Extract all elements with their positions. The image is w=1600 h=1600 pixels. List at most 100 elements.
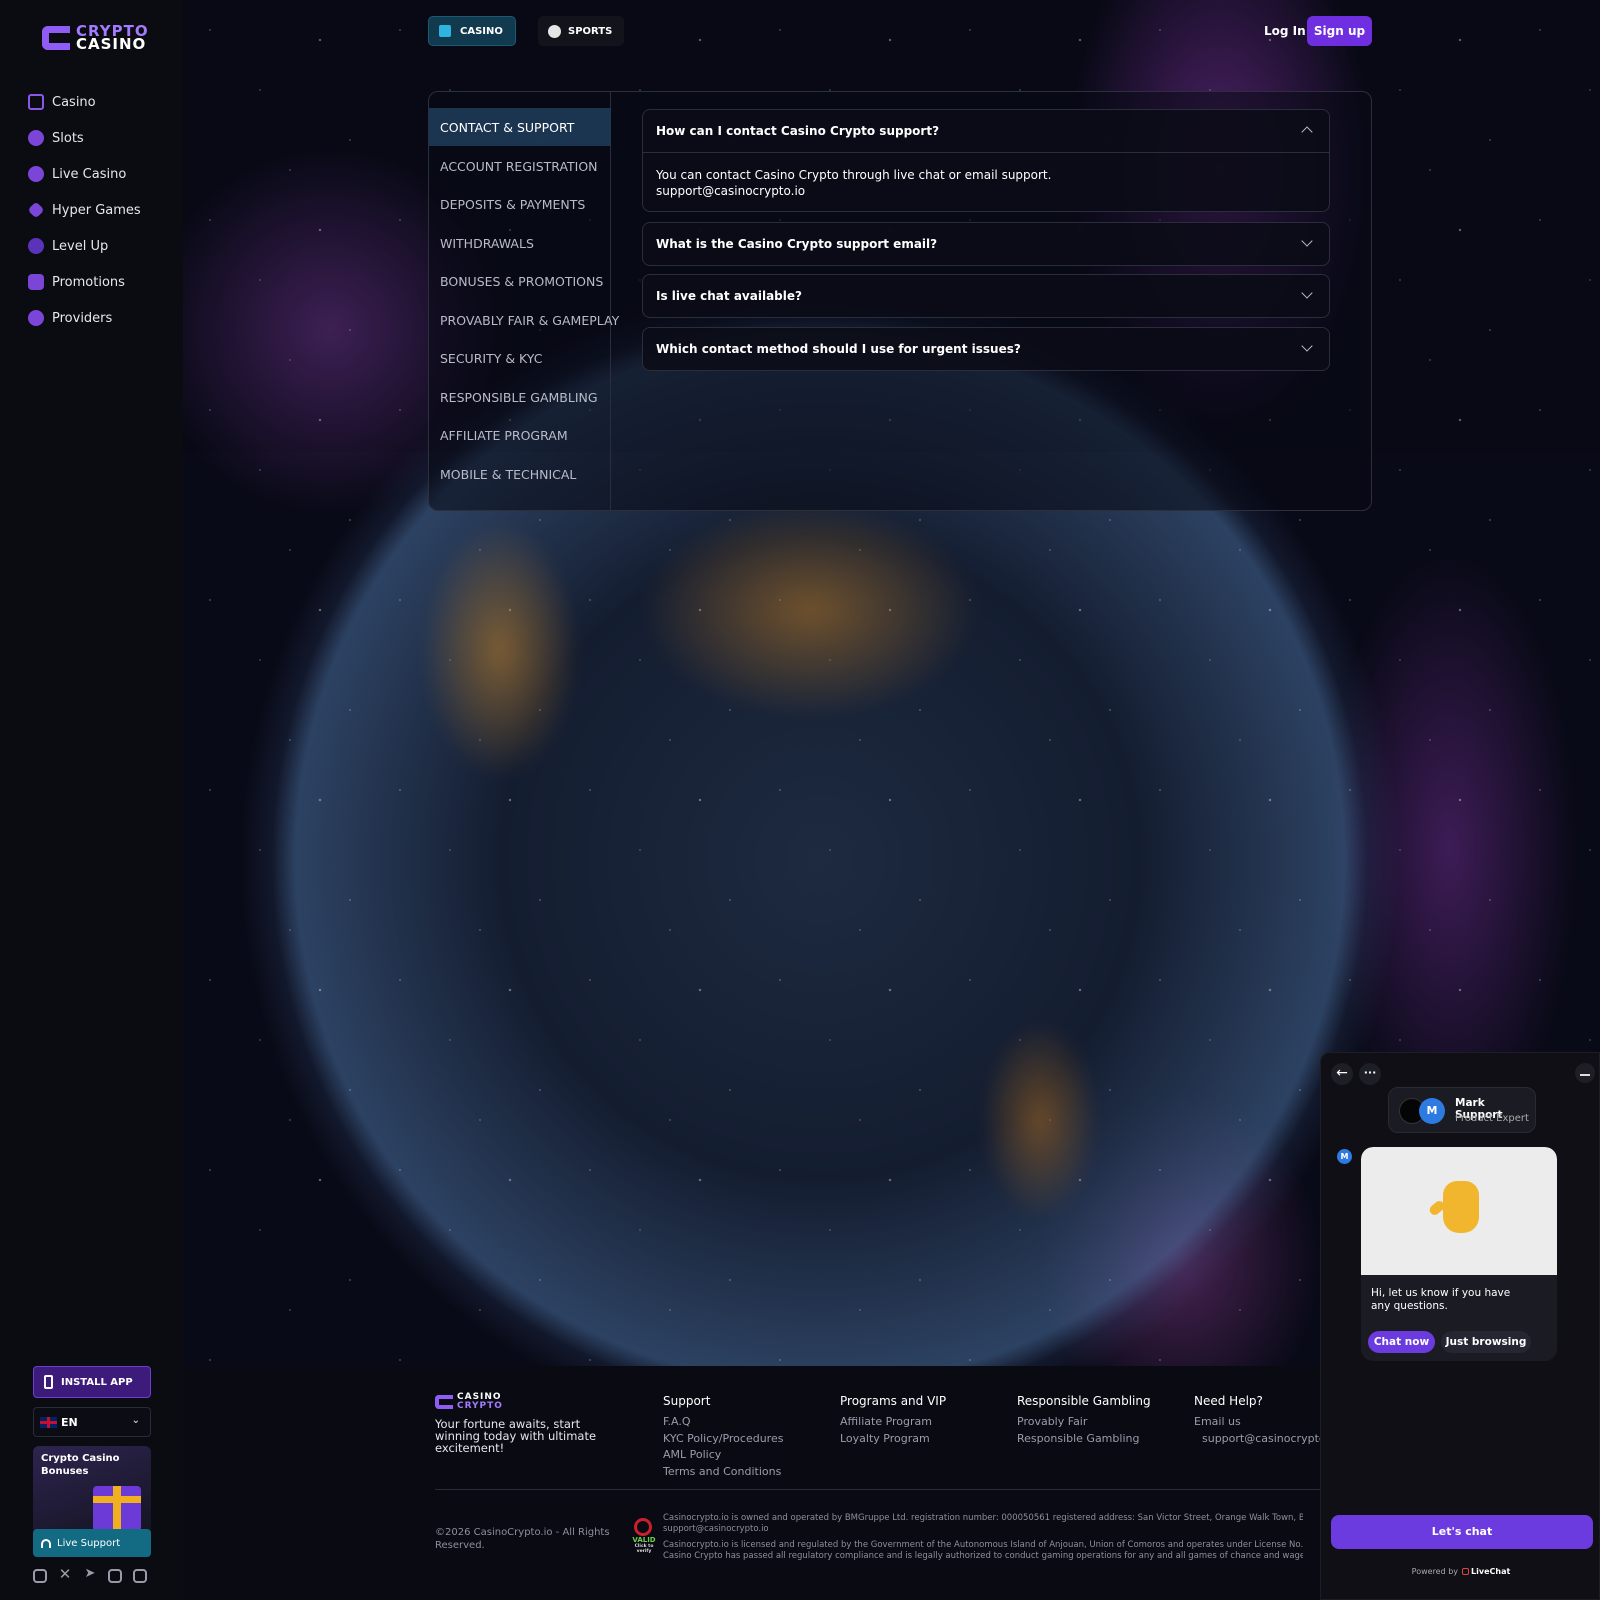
faq-panel: CONTACT & SUPPORT ACCOUNT REGISTRATION D… [428,91,1372,511]
seal-label: VALID [632,1536,656,1544]
footer-tagline: Your fortune awaits, start winning today… [435,1417,597,1455]
footer-link[interactable]: F.A.Q [663,1414,783,1431]
sidebar-item-label: Slots [52,130,84,146]
tiktok-icon[interactable] [133,1569,147,1583]
faq-answer-text: You can contact Casino Crypto through li… [656,168,1052,182]
sidebar-item-level-up[interactable]: Level Up [28,228,141,264]
rocket-icon [27,201,45,219]
legal-line: Casinocrypto.io is licensed and regulate… [663,1540,1303,1550]
agent-role: Product Expert [1455,1113,1529,1124]
lets-chat-button[interactable]: Let's chat [1331,1515,1593,1549]
seal-icon [634,1518,652,1536]
faq-category-bonuses-promotions[interactable]: BONUSES & PROMOTIONS [429,262,611,300]
logo-mark-icon [42,26,70,50]
gift-box-icon [93,1486,141,1532]
tab-sports[interactable]: SPORTS [538,16,625,46]
more-options-icon[interactable]: ··· [1359,1063,1381,1085]
footer-link[interactable]: Affiliate Program [840,1414,946,1431]
footer-link[interactable]: Loyalty Program [840,1431,946,1448]
footer-column-responsible-gambling: Responsible Gambling Provably Fair Respo… [1017,1394,1151,1447]
youtube-icon[interactable] [108,1569,122,1583]
footer-link[interactable]: Email us [1194,1414,1330,1431]
legal-line: support@casinocrypto.io [663,1523,769,1534]
livechat-widget: ← ··· M Mark Support Product Expert M Hi… [1320,1052,1600,1600]
login-button[interactable]: Log In [1264,24,1306,38]
logo-text: CASINO [76,35,147,53]
faq-category-mobile-technical[interactable]: MOBILE & TECHNICAL [429,455,611,493]
live-support-button[interactable]: Live Support [33,1529,151,1557]
x-twitter-icon[interactable]: ✕ [58,1567,72,1583]
greeting-message: Hi, let us know if you have any question… [1371,1287,1511,1312]
footer-heading: Support [663,1394,711,1408]
faq-item[interactable]: What is the Casino Crypto support email? [642,222,1330,266]
bonus-card[interactable]: Crypto Casino Bonuses [33,1446,151,1534]
agent-mini-avatar: M [1337,1149,1352,1164]
legal-line: Casino Crypto has passed all regulatory … [663,1550,1303,1561]
faq-item[interactable]: Is live chat available? [642,274,1330,318]
powered-brand: LiveChat [1471,1567,1511,1576]
signup-button[interactable]: Sign up [1307,16,1372,46]
sidebar-item-live-casino[interactable]: Live Casino [28,156,141,192]
city-lights [420,520,580,780]
faq-category-contact-support[interactable]: CONTACT & SUPPORT [429,108,611,146]
faq-category-withdrawals[interactable]: WITHDRAWALS [429,224,611,262]
just-browsing-button[interactable]: Just browsing [1441,1331,1531,1353]
chat-now-button[interactable]: Chat now [1368,1331,1435,1353]
waving-hand-icon [1443,1181,1479,1233]
back-arrow-icon[interactable]: ← [1331,1063,1353,1085]
faq-category-affiliate-program[interactable]: AFFILIATE PROGRAM [429,416,611,454]
level-up-icon [28,238,44,254]
sidebar-item-hyper-games[interactable]: Hyper Games [27,192,141,228]
agent-card: M Mark Support Product Expert [1388,1087,1536,1133]
footer-link[interactable]: Provably Fair [1017,1414,1151,1431]
license-seal[interactable]: VALID Click to verify [631,1518,657,1558]
tab-casino[interactable]: CASINO [428,16,516,46]
footer-column-programs: Programs and VIP Affiliate Program Loyal… [840,1394,946,1447]
footer-heading: Need Help? [1194,1394,1263,1408]
legal-text: Casinocrypto.io is owned and operated by… [663,1513,1303,1561]
footer-link[interactable]: KYC Policy/Procedures [663,1431,783,1448]
footer-email-link[interactable]: support@casinocrypto.io [1194,1431,1330,1448]
sidebar-item-casino[interactable]: Casino [28,84,141,120]
logo-mark-icon [435,1395,453,1409]
footer-column-need-help: Need Help? Email us support@casinocrypto… [1194,1394,1330,1447]
instagram-icon[interactable] [33,1569,47,1583]
sidebar-item-promotions[interactable]: Promotions [28,264,141,300]
sidebar-item-label: Promotions [52,274,125,290]
faq-question: Is live chat available? [656,289,802,303]
seal-sublabel: Click to verify [634,1544,654,1554]
live-support-label: Live Support [57,1537,121,1549]
faq-categories: CONTACT & SUPPORT ACCOUNT REGISTRATION D… [429,92,619,510]
faq-item[interactable]: Which contact method should I use for ur… [642,327,1330,371]
faq-item[interactable]: How can I contact Casino Crypto support?… [642,109,1330,212]
language-label: EN [61,1415,78,1429]
footer-heading: Programs and VIP [840,1394,947,1408]
footer-link[interactable]: Terms and Conditions [663,1464,783,1481]
faq-category-responsible-gambling[interactable]: RESPONSIBLE GAMBLING [429,378,611,416]
faq-category-provably-fair[interactable]: PROVABLY FAIR & GAMEPLAY [429,301,619,339]
greeting-card: Hi, let us know if you have any question… [1361,1147,1557,1361]
social-links: ✕ ➤ [33,1567,147,1583]
faq-answer-email: support@casinocrypto.io [656,184,806,198]
grid-icon [28,94,44,110]
minimize-icon[interactable] [1575,1063,1595,1083]
powered-prefix: Powered by [1411,1567,1459,1576]
sidebar-item-providers[interactable]: Providers [28,300,141,336]
gift-icon [28,274,44,290]
footer-logo[interactable]: CASINO CRYPTO [435,1393,505,1413]
footer-link[interactable]: AML Policy [663,1447,783,1464]
faq-category-account-registration[interactable]: ACCOUNT REGISTRATION [429,147,611,185]
faq-category-deposits-payments[interactable]: DEPOSITS & PAYMENTS [429,185,611,223]
faq-category-security-kyc[interactable]: SECURITY & KYC [429,339,611,377]
footer-link[interactable]: Responsible Gambling [1017,1431,1151,1448]
brand-logo[interactable]: CRYPTO CASINO [42,24,152,54]
sidebar-item-slots[interactable]: Slots [28,120,141,156]
footer-column-support: Support F.A.Q KYC Policy/Procedures AML … [663,1394,783,1480]
providers-icon [28,310,44,326]
powered-by[interactable]: Powered by LiveChat [1321,1567,1600,1576]
tab-label: CASINO [460,25,503,37]
telegram-icon[interactable]: ➤ [83,1567,97,1583]
language-select[interactable]: EN ⌄ [33,1407,151,1437]
phone-icon [44,1375,53,1389]
install-app-button[interactable]: INSTALL APP [33,1366,151,1398]
